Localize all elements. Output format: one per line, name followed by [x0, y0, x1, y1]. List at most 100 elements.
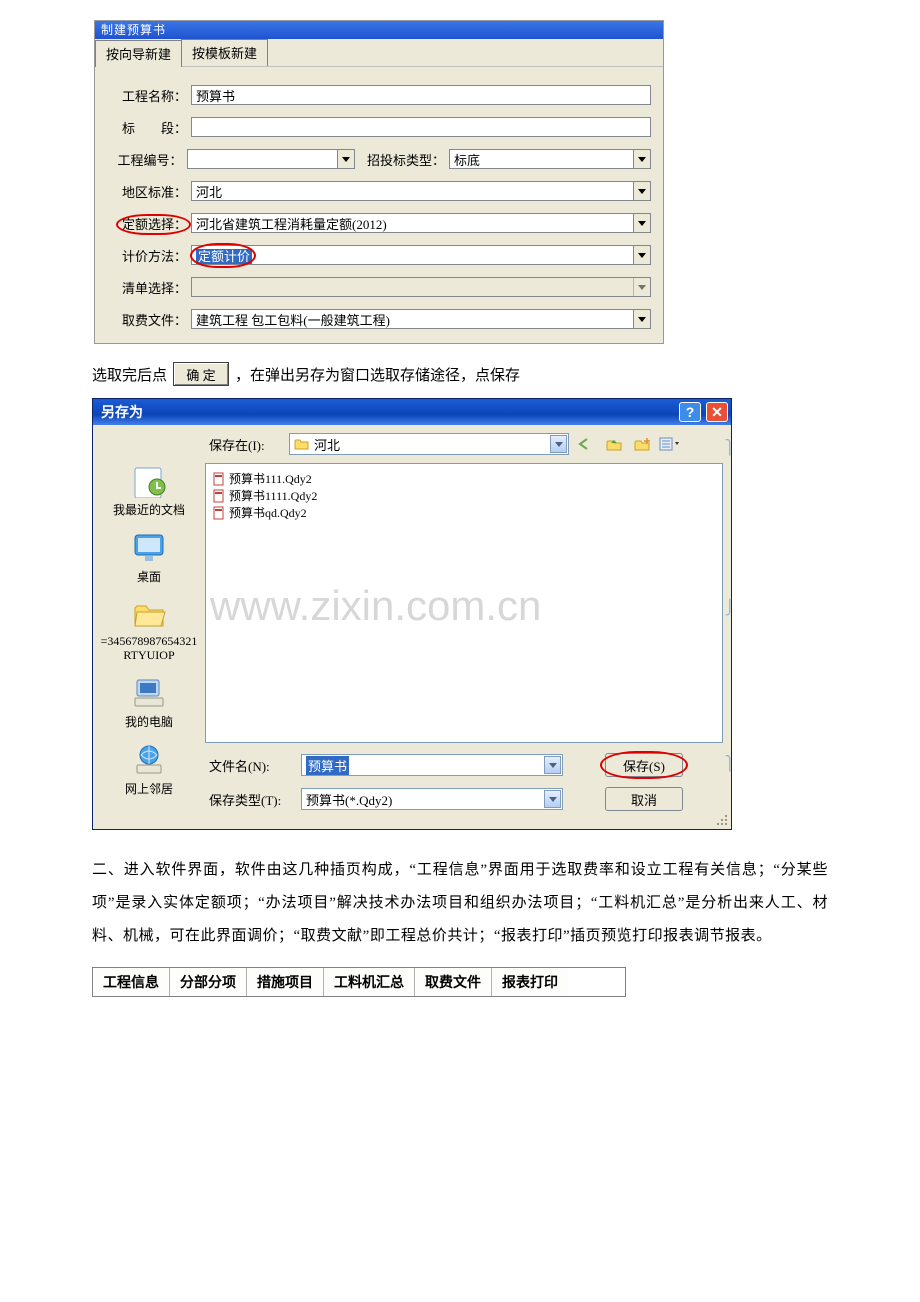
label-region: 地区标准：: [115, 182, 187, 201]
place-label: 桌面: [137, 568, 161, 585]
instruction-line-1: 选取完后点 确 定 ，在弹出另存为窗口选取存储途径，点保存: [92, 362, 828, 386]
combo-region[interactable]: 河北: [191, 181, 651, 201]
file-name: 预算书1111.Qdy2: [229, 487, 317, 504]
tab-measures[interactable]: 措施项目: [247, 968, 324, 996]
body-paragraph: 二、进入软件界面，软件由这几种插页构成，“工程信息”界面用于选取费率和设立工程有…: [92, 854, 828, 953]
ok-button[interactable]: 确 定: [173, 362, 229, 386]
tab-report-print[interactable]: 报表打印: [492, 968, 568, 996]
chevron-down-icon: [633, 278, 650, 296]
label-bid-type: 招投标类型：: [361, 150, 445, 169]
label-save-in: 保存在(I):: [205, 435, 289, 454]
resize-grip-icon[interactable]: [715, 813, 729, 827]
save-button[interactable]: 保存(S): [605, 753, 683, 777]
decoration: ⎫: [725, 439, 736, 456]
combo-price-method-value: 定额计价: [196, 249, 252, 264]
new-folder-button[interactable]: [631, 433, 653, 455]
place-label: 网上邻居: [125, 780, 173, 797]
tab-material-summary[interactable]: 工料机汇总: [324, 968, 415, 996]
module-tabs: 工程信息 分部分项 措施项目 工料机汇总 取费文件 报表打印: [92, 967, 626, 997]
label-fee-file: 取费文件：: [115, 310, 187, 329]
folder-open-icon: [294, 437, 310, 451]
combo-bid-type-value: 标底: [454, 150, 480, 169]
help-button[interactable]: ?: [679, 402, 701, 422]
back-button[interactable]: [575, 433, 597, 455]
view-menu-button[interactable]: [659, 433, 681, 455]
desktop-icon: [130, 528, 168, 566]
file-item[interactable]: 预算书111.Qdy2: [212, 470, 716, 487]
place-network[interactable]: 网上邻居: [99, 740, 199, 797]
tab-fee-file[interactable]: 取费文件: [415, 968, 492, 996]
label-proj-no: 工程编号：: [115, 150, 183, 169]
chevron-down-icon[interactable]: [544, 790, 561, 808]
up-folder-button[interactable]: [603, 433, 625, 455]
computer-icon: [130, 673, 168, 711]
network-icon: [130, 740, 168, 778]
combo-file-type-value: 预算书(*.Qdy2): [306, 790, 392, 809]
file-icon: [212, 506, 226, 520]
cancel-button[interactable]: 取消: [605, 787, 683, 811]
combo-quota-value: 河北省建筑工程消耗量定额(2012): [196, 214, 387, 233]
combo-quota[interactable]: 河北省建筑工程消耗量定额(2012): [191, 213, 651, 233]
saveas-titlebar: 另存为 ? ✕: [93, 399, 731, 425]
file-icon: [212, 489, 226, 503]
input-proj-name[interactable]: 预算书: [191, 85, 651, 105]
file-name: 预算书111.Qdy2: [229, 470, 312, 487]
decoration: ⎭: [725, 599, 736, 616]
combo-fee-file[interactable]: 建筑工程 包工包料(一般建筑工程): [191, 309, 651, 329]
label-section: 标 段：: [115, 118, 187, 137]
label-quota: 定额选择：: [115, 214, 187, 233]
place-label: 我的电脑: [125, 713, 173, 730]
tab-subsection[interactable]: 分部分项: [170, 968, 247, 996]
file-item[interactable]: 预算书1111.Qdy2: [212, 487, 716, 504]
recent-docs-icon: [130, 461, 168, 499]
label-proj-name: 工程名称：: [115, 86, 187, 105]
place-custom-folder[interactable]: =345678987654321RTYUIOP: [99, 595, 199, 663]
place-desktop[interactable]: 桌面: [99, 528, 199, 585]
label-file-name: 文件名(N):: [205, 756, 301, 775]
chevron-down-icon[interactable]: [633, 214, 650, 232]
input-file-name[interactable]: 预算书: [301, 754, 563, 776]
create-budget-dialog: 制建预算书 按向导新建 按模板新建 工程名称： 预算书 标 段： 工程编号： 招…: [94, 20, 664, 344]
label-quota-text: 定额选择：: [122, 217, 187, 232]
chevron-down-icon[interactable]: [633, 310, 650, 328]
file-icon: [212, 472, 226, 486]
folder-icon: [130, 595, 168, 633]
file-list[interactable]: 预算书111.Qdy2 预算书1111.Qdy2 预算书qd.Qdy2: [205, 463, 723, 743]
combo-bid-type[interactable]: 标底: [449, 149, 651, 169]
combo-region-value: 河北: [196, 182, 222, 201]
input-section[interactable]: [191, 117, 651, 137]
chevron-down-icon[interactable]: [633, 182, 650, 200]
combo-price-method[interactable]: 定额计价: [191, 245, 651, 265]
combo-fee-file-value: 建筑工程 包工包料(一般建筑工程): [196, 310, 390, 329]
text-segment: 选取完后点: [92, 364, 167, 385]
place-mycomputer[interactable]: 我的电脑: [99, 673, 199, 730]
input-proj-no[interactable]: [187, 149, 355, 169]
place-label: =345678987654321RTYUIOP: [99, 635, 199, 663]
close-button[interactable]: ✕: [706, 402, 728, 422]
label-file-type: 保存类型(T):: [205, 790, 301, 809]
decoration: ⎫: [725, 755, 736, 772]
tab-strip: 按向导新建 按模板新建: [95, 39, 663, 67]
chevron-down-icon[interactable]: [550, 435, 567, 453]
text-segment: ，在弹出另存为窗口选取存储途径，点保存: [235, 364, 520, 385]
saveas-title-text: 另存为: [101, 402, 143, 422]
combo-save-in-value: 河北: [314, 435, 340, 454]
save-as-dialog: 另存为 ? ✕ 我最近的文档 桌面: [92, 398, 732, 830]
combo-file-type[interactable]: 预算书(*.Qdy2): [301, 788, 563, 810]
chevron-down-icon[interactable]: [633, 150, 650, 168]
combo-save-in[interactable]: 河北: [289, 433, 569, 455]
label-list: 清单选择：: [115, 278, 187, 297]
place-label: 我最近的文档: [113, 501, 185, 518]
tab-wizard[interactable]: 按向导新建: [95, 40, 182, 67]
dialog-title: 制建预算书: [95, 21, 663, 39]
tab-project-info[interactable]: 工程信息: [93, 968, 170, 996]
file-name: 预算书qd.Qdy2: [229, 504, 307, 521]
chevron-down-icon[interactable]: [633, 246, 650, 264]
place-recent[interactable]: 我最近的文档: [99, 461, 199, 518]
file-item[interactable]: 预算书qd.Qdy2: [212, 504, 716, 521]
combo-list: [191, 277, 651, 297]
tab-template[interactable]: 按模板新建: [181, 39, 268, 66]
label-price-method: 计价方法：: [115, 246, 187, 265]
chevron-down-icon[interactable]: [544, 756, 561, 774]
chevron-down-icon[interactable]: [337, 150, 354, 168]
